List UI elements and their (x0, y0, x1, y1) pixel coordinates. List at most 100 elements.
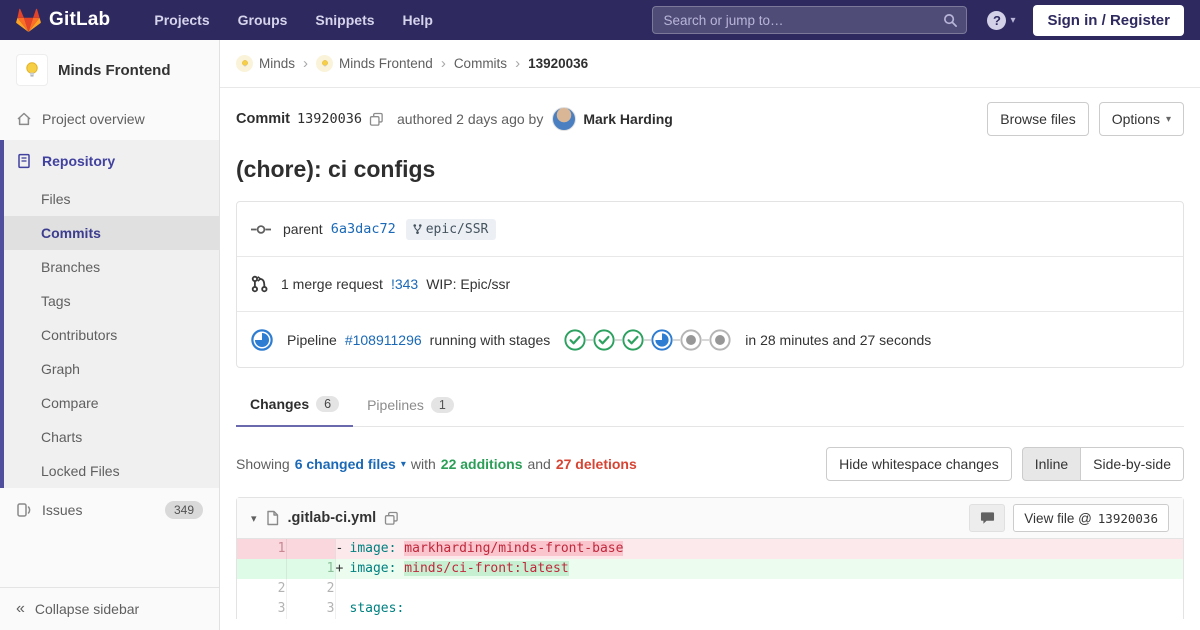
ref-badge[interactable]: epic/SSR (405, 218, 497, 240)
breadcrumb-label: Minds Frontend (339, 56, 433, 71)
changes-count-badge: 6 (316, 396, 340, 412)
merge-request-icon (251, 275, 268, 293)
breadcrumb-item-minds-frontend[interactable]: Minds Frontend (316, 55, 433, 72)
sidebar-section-repository: Repository Files Commits Branches Tags C… (0, 140, 219, 488)
search-input[interactable] (663, 12, 944, 28)
diff-old-line-number[interactable]: 1 (237, 539, 287, 559)
issues-icon (17, 503, 31, 517)
sidebar-item-commits[interactable]: Commits (4, 216, 219, 250)
breadcrumb-item-minds[interactable]: Minds (236, 55, 295, 72)
diff-new-line-number[interactable]: 3 (286, 599, 336, 619)
collapse-chevrons-icon: « (16, 600, 25, 617)
copy-file-path-button[interactable] (384, 511, 399, 526)
sign-in-register-button[interactable]: Sign in / Register (1033, 4, 1184, 36)
gitlab-logo-text: GitLab (49, 9, 111, 30)
tab-pipelines[interactable]: Pipelines 1 (353, 386, 468, 426)
stage-connector (673, 338, 681, 341)
file-name-link[interactable]: .gitlab-ci.yml (288, 510, 377, 526)
breadcrumb-item-commits[interactable]: Commits (454, 56, 507, 71)
repository-icon (18, 153, 30, 169)
collapse-sidebar-button[interactable]: « Collapse sidebar (0, 587, 219, 630)
issues-count-badge: 349 (164, 501, 203, 519)
search-icon (944, 13, 958, 27)
diff-old-line-number[interactable] (237, 559, 287, 579)
showing-label: Showing (236, 456, 290, 472)
stage-success-icon[interactable] (564, 328, 586, 351)
project-context-header[interactable]: Minds Frontend (0, 40, 219, 98)
sidebar-item-project-overview[interactable]: Project overview (0, 98, 219, 140)
home-icon (17, 112, 31, 126)
copy-sha-button[interactable] (369, 112, 384, 127)
parent-sha-link[interactable]: 6a3dac72 (331, 221, 396, 237)
pipeline-duration: in 28 minutes and 27 seconds (745, 331, 932, 348)
author-avatar[interactable] (552, 107, 577, 131)
stage-running-icon[interactable] (651, 328, 673, 351)
commit-label: Commit (236, 111, 290, 127)
sidebar-item-branches[interactable]: Branches (4, 250, 219, 284)
nav-item-projects[interactable]: Projects (142, 12, 221, 28)
breadcrumb-separator-icon: › (440, 55, 446, 72)
commit-header-row: Commit 13920036 authored 2 days ago by M… (236, 102, 1184, 136)
authored-text: authored 2 days ago by (397, 111, 544, 127)
sidebar-item-tags[interactable]: Tags (4, 284, 219, 318)
pipeline-id-link[interactable]: #108911296 (345, 332, 422, 348)
author-name-link[interactable]: Mark Harding (583, 111, 672, 127)
nav-item-help[interactable]: Help (391, 12, 445, 28)
commit-sha: 13920036 (296, 111, 363, 127)
sidebar-item-locked-files[interactable]: Locked Files (4, 454, 219, 488)
diff-old-line-number[interactable]: 3 (237, 599, 287, 619)
inline-view-button[interactable]: Inline (1021, 447, 1082, 481)
changed-files-dropdown[interactable]: 6 changed files (295, 456, 396, 472)
browse-files-button[interactable]: Browse files (987, 102, 1089, 136)
pipelines-count-badge: 1 (430, 396, 454, 413)
ref-badge-label: epic/SSR (425, 221, 489, 237)
gitlab-tanuki-icon (16, 8, 41, 32)
sidebar-item-compare[interactable]: Compare (4, 386, 219, 420)
diff-new-line-number[interactable] (286, 539, 336, 559)
yaml-key: image: (349, 541, 405, 556)
pipeline-running-icon[interactable] (251, 328, 273, 351)
chevron-down-icon[interactable]: ▾ (401, 459, 406, 470)
sidebar-item-charts[interactable]: Charts (4, 420, 219, 454)
additions-count: 22 additions (440, 456, 523, 472)
search-box[interactable] (652, 6, 968, 34)
sidebar-item-contributors[interactable]: Contributors (4, 318, 219, 352)
diff-summary-text: Showing 6 changed files ▾ with 22 additi… (236, 456, 637, 472)
sidebar-item-graph[interactable]: Graph (4, 352, 219, 386)
diff-new-line-number[interactable]: 2 (286, 579, 336, 599)
diff-old-line-number[interactable]: 2 (237, 579, 287, 599)
chevron-down-icon: ▾ (1010, 14, 1016, 26)
sidebar-item-files[interactable]: Files (4, 182, 219, 216)
file-collapse-caret-icon[interactable]: ▾ (251, 512, 257, 525)
parent-row: parent 6a3dac72 epic/SSR (237, 202, 1183, 257)
main-content: Minds › Minds Frontend › Commits › 13920… (220, 40, 1200, 630)
toggle-comments-button[interactable] (969, 504, 1006, 532)
hide-whitespace-button[interactable]: Hide whitespace changes (826, 447, 1012, 481)
stage-success-icon[interactable] (622, 328, 644, 351)
options-dropdown-button[interactable]: Options ▾ (1098, 102, 1184, 136)
merge-request-link[interactable]: !343 (391, 276, 418, 292)
view-file-button[interactable]: View file @ 13920036 (1013, 504, 1169, 532)
sidebar-item-repository[interactable]: Repository (4, 140, 219, 182)
commit-actions: Browse files Options ▾ (987, 102, 1184, 136)
nav-item-snippets[interactable]: Snippets (303, 12, 386, 28)
pipeline-mini-graph (564, 328, 731, 351)
sidebar-item-issues[interactable]: Issues 349 (0, 488, 219, 532)
diff-line-content: + image: minds/ci-front:latest (335, 559, 1183, 579)
project-avatar-mini (316, 55, 334, 72)
diff-line-content (335, 579, 1183, 599)
stage-created-icon[interactable] (709, 328, 731, 351)
commit-info-box: parent 6a3dac72 epic/SSR 1 merge request… (236, 201, 1184, 368)
diff-new-line-number[interactable]: 1 (286, 559, 336, 579)
merge-request-row: 1 merge request !343 WIP: Epic/ssr (237, 257, 1183, 312)
stage-success-icon[interactable] (593, 328, 615, 351)
branch-icon (413, 224, 422, 234)
nav-item-groups[interactable]: Groups (226, 12, 300, 28)
gitlab-logo[interactable]: GitLab (16, 8, 110, 33)
help-dropdown[interactable]: ? ▾ (987, 10, 1016, 30)
tab-changes[interactable]: Changes 6 (236, 386, 354, 427)
side-by-side-label: Side-by-side (1093, 456, 1171, 472)
pipeline-row: Pipeline #108911296 running with stages (237, 312, 1183, 367)
side-by-side-view-button[interactable]: Side-by-side (1081, 447, 1184, 481)
stage-created-icon[interactable] (680, 328, 702, 351)
